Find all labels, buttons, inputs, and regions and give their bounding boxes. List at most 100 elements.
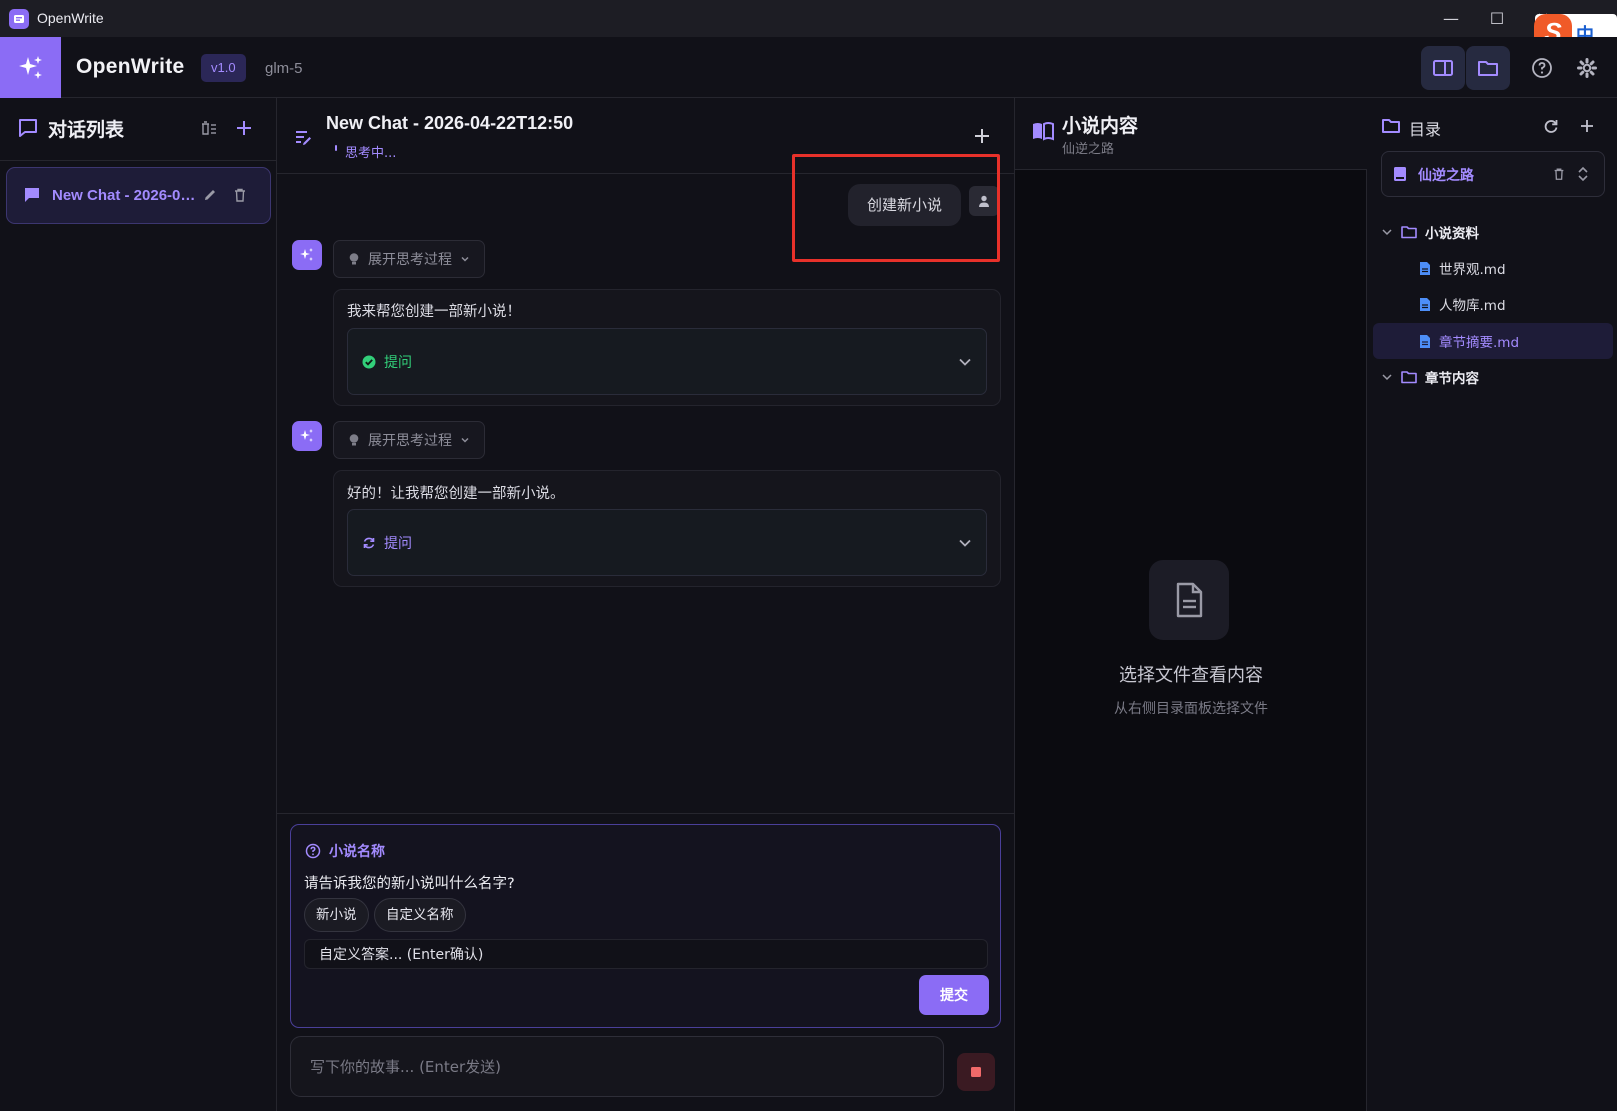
tree-folder-novel-materials[interactable]: 小说资料	[1381, 214, 1605, 250]
thinking-label: 展开思考过程	[368, 433, 452, 449]
window-title-bar	[0, 0, 1617, 37]
expand-thinking-button[interactable]: 展开思考过程	[333, 421, 485, 459]
clear-list-icon	[202, 121, 216, 135]
sparkles-icon	[300, 429, 313, 442]
directory-header	[1367, 98, 1617, 99]
delete-chat-button[interactable]	[226, 181, 254, 209]
check-circle-icon	[362, 355, 376, 368]
submit-button[interactable]: 提交	[919, 975, 989, 1015]
chevron-down-icon	[959, 539, 971, 547]
plus-icon	[237, 121, 251, 135]
stop-icon	[971, 1067, 981, 1077]
clear-chats-button[interactable]	[195, 114, 223, 142]
file-icon	[1420, 334, 1430, 348]
chat-status: 思考中...	[345, 146, 397, 161]
gear-icon	[1577, 58, 1597, 78]
file-icon	[1420, 261, 1430, 275]
chevron-down-icon	[1382, 374, 1392, 381]
chat-bubble-icon	[17, 117, 39, 139]
settings-button[interactable]	[1565, 46, 1609, 90]
project-name: 仙逆之路	[1418, 168, 1474, 184]
project-switch-button[interactable]	[1569, 160, 1597, 188]
chat-new-button[interactable]	[968, 122, 996, 150]
chevron-up-down-icon	[1578, 166, 1588, 182]
empty-state-subtitle: 从右侧目录面板选择文件	[1114, 701, 1268, 717]
option-new-novel[interactable]: 新小说	[304, 898, 369, 932]
tree-file-label: 世界观.md	[1439, 262, 1506, 278]
book-open-icon	[1032, 121, 1054, 141]
tree-file-label: 章节摘要.md	[1439, 335, 1520, 351]
edit-note-icon	[294, 128, 314, 148]
folder-icon	[1401, 371, 1417, 384]
assistant-message-text: 好的！让我帮您创建一部新小说。	[347, 486, 565, 502]
version-badge: v1.0	[201, 54, 246, 82]
folder-icon	[1381, 117, 1401, 135]
chat-list-panel	[0, 98, 277, 1111]
app-window-icon	[9, 9, 29, 29]
stop-generation-button[interactable]	[957, 1053, 995, 1091]
tool-call-card[interactable]: 提问	[347, 328, 987, 395]
folder-icon	[1401, 226, 1417, 239]
plus-icon	[1581, 120, 1593, 132]
folder-icon	[1478, 61, 1498, 76]
tree-folder-label: 小说资料	[1425, 226, 1479, 242]
add-file-button[interactable]	[1573, 112, 1601, 140]
maximize-icon: ☐	[1489, 9, 1505, 28]
question-icon	[305, 843, 321, 859]
new-chat-button[interactable]	[230, 114, 258, 142]
chevron-down-icon	[1382, 229, 1392, 236]
toggle-directory-button[interactable]	[1466, 46, 1510, 90]
empty-state-icon	[1149, 560, 1229, 640]
chevron-down-icon	[461, 256, 469, 262]
message-input[interactable]	[290, 1036, 944, 1097]
chevron-down-icon	[461, 437, 469, 443]
directory-title: 目录	[1409, 120, 1442, 139]
divider	[277, 813, 1015, 814]
tree-file-worldview[interactable]: 世界观.md	[1419, 250, 1605, 286]
file-icon	[1420, 297, 1430, 311]
model-name[interactable]: glm-5	[265, 60, 303, 77]
custom-answer-input[interactable]	[304, 939, 988, 969]
novel-content-subtitle: 仙逆之路	[1062, 142, 1115, 157]
lightbulb-icon	[349, 434, 359, 446]
question-title: 小说名称	[329, 844, 385, 860]
tree-file-chapter-summary[interactable]: 章节摘要.md	[1373, 323, 1613, 359]
lightbulb-icon	[349, 253, 359, 265]
window-title: OpenWrite	[37, 10, 104, 26]
assistant-avatar	[292, 240, 322, 270]
thinking-label: 展开思考过程	[368, 252, 452, 268]
help-icon	[1532, 58, 1552, 78]
chevron-down-icon	[959, 358, 971, 366]
maximize-button[interactable]: ☐	[1474, 0, 1520, 37]
chat-list-title: 对话列表	[48, 119, 125, 141]
tree-file-characters[interactable]: 人物库.md	[1419, 286, 1605, 322]
refresh-directory-button[interactable]	[1537, 112, 1565, 140]
tree-folder-label: 章节内容	[1425, 371, 1479, 387]
plus-icon	[975, 129, 989, 143]
tree-file-label: 人物库.md	[1439, 298, 1506, 314]
book-icon	[1393, 166, 1407, 182]
assistant-avatar	[292, 421, 322, 451]
spinner-icon	[335, 145, 337, 151]
minimize-button[interactable]: —	[1428, 0, 1474, 37]
sparkles-icon	[300, 248, 313, 261]
panel-icon	[1433, 60, 1453, 76]
tree-folder-chapter-content[interactable]: 章节内容	[1381, 359, 1605, 395]
tool-call-card[interactable]: 提问	[347, 509, 987, 576]
minimize-icon: —	[1443, 9, 1459, 28]
novel-content-title: 小说内容	[1062, 115, 1139, 137]
pencil-icon	[205, 190, 215, 200]
tool-call-label: 提问	[384, 535, 412, 552]
option-custom-name[interactable]: 自定义名称	[374, 898, 466, 932]
sparkles-icon	[18, 55, 42, 79]
refresh-spinner-icon	[363, 537, 375, 548]
chat-item-label[interactable]: New Chat - 2026-04-22T12:50	[52, 187, 200, 204]
help-button[interactable]	[1520, 46, 1564, 90]
document-icon	[1176, 582, 1203, 618]
app-name: OpenWrite	[76, 55, 185, 78]
rename-chat-button[interactable]	[196, 181, 224, 209]
refresh-icon	[1544, 120, 1558, 133]
expand-thinking-button[interactable]: 展开思考过程	[333, 240, 485, 278]
empty-state-title: 选择文件查看内容	[1119, 665, 1263, 686]
toggle-novel-panel-button[interactable]	[1421, 46, 1465, 90]
